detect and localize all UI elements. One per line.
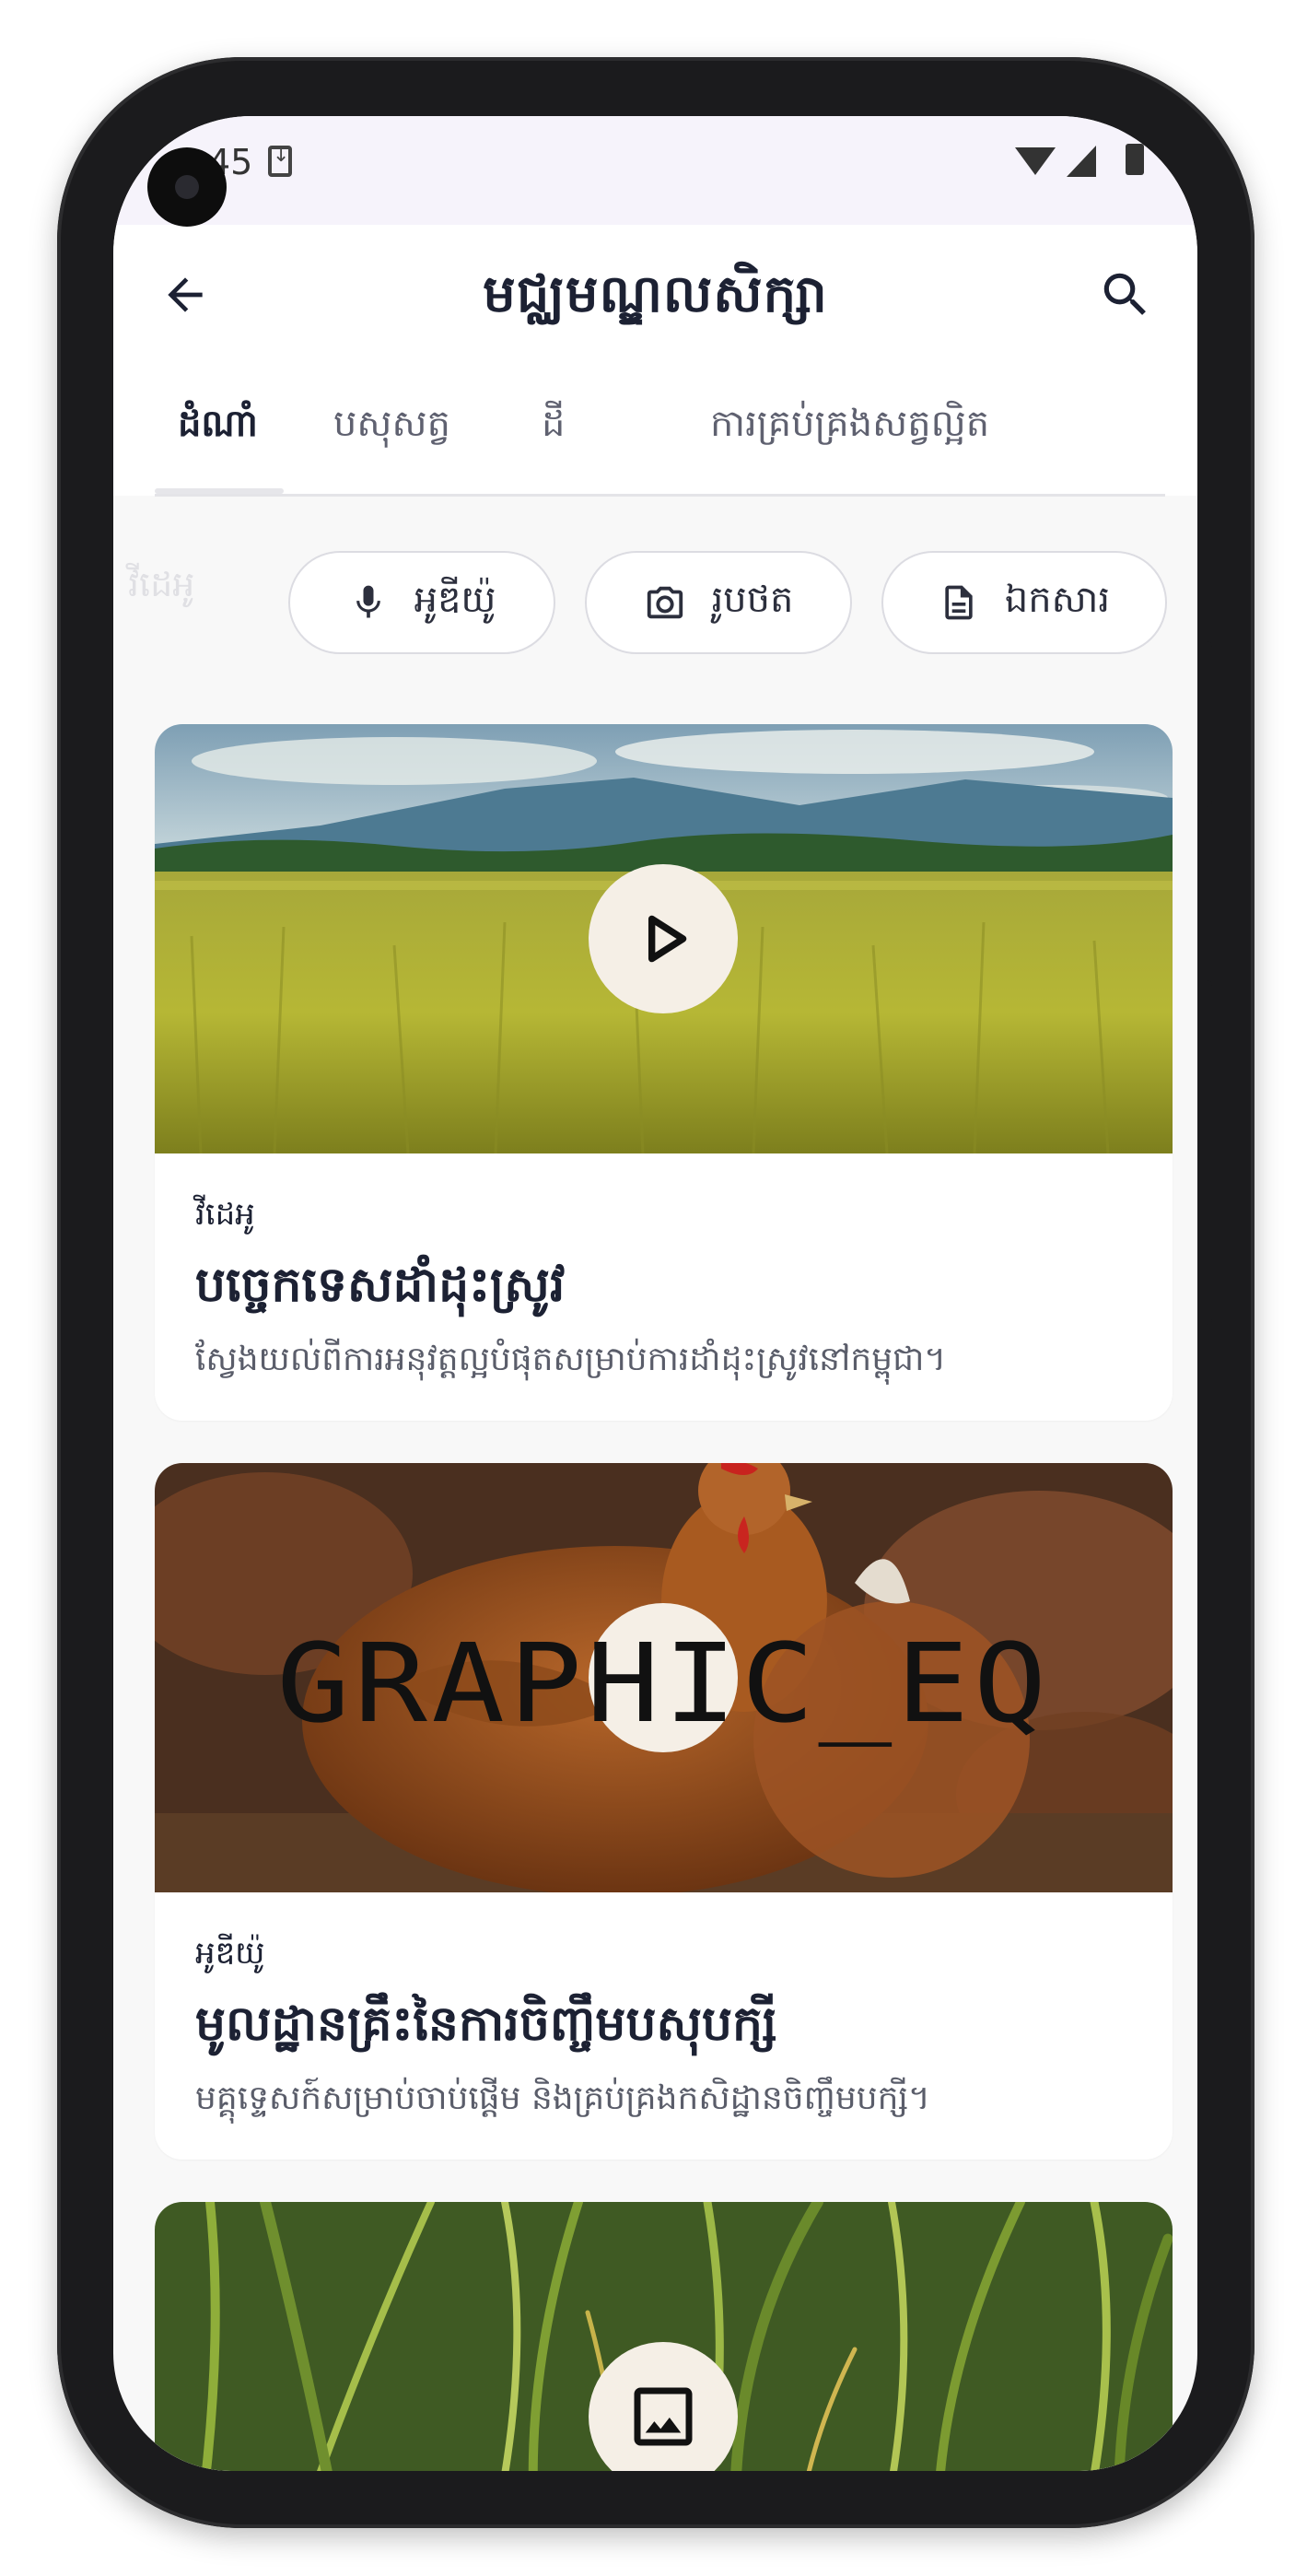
chip-video-partial[interactable]: វីដេអូ (128, 562, 194, 614)
graphic-eq-icon: GRAPHIC_EQ (276, 1620, 1051, 1747)
search-icon (1103, 273, 1146, 315)
battery-icon (1126, 144, 1144, 175)
chip-label: អូឌីយ៉ូ (414, 578, 496, 621)
camera-icon (647, 586, 683, 619)
lesson-card-grass[interactable] (155, 2202, 1173, 2471)
card-thumbnail: GRAPHIC_EQ (155, 1463, 1173, 1892)
tab-pest-management[interactable]: ការគ្រប់គ្រងសត្វល្អិត (710, 365, 989, 494)
volume-button (1201, 980, 1212, 1325)
status-bar: 3:45 (113, 116, 1197, 225)
page-title: មជ្ឈមណ្ឌលសិក្សា (483, 264, 828, 324)
image-icon (634, 2387, 693, 2446)
lesson-card-rice[interactable]: វីដេអូ បច្ចេកទេសដាំដុះស្រូវ ស្វែងយល់ពីកា… (155, 724, 1173, 1421)
active-tab-indicator (155, 488, 284, 494)
chip-audio[interactable]: អូឌីយ៉ូ (288, 551, 555, 654)
search-button[interactable] (1091, 260, 1161, 330)
card-title: បច្ចេកទេសដាំដុះស្រូវ (195, 1258, 566, 1313)
power-button (1201, 641, 1212, 807)
chip-photo[interactable]: រូបថត (585, 551, 852, 654)
card-media-type: អូឌីយ៉ូ (195, 1935, 265, 1972)
document-icon (945, 585, 973, 620)
tab-crops[interactable]: ដំណាំ (178, 365, 258, 494)
card-title: មូលដ្ឋានគ្រឹះនៃការចិញ្ចឹមបសុបក្សី (195, 1996, 777, 2052)
tab-livestock[interactable]: បសុសត្វ (333, 365, 450, 494)
card-description: ស្វែងយល់ពីការអនុវត្តល្អបំផុតសម្រាប់ការដា… (195, 1341, 947, 1378)
app-bar: មជ្ឈមណ្ឌលសិក្សា (113, 225, 1197, 365)
chip-document[interactable]: ឯកសារ (881, 551, 1167, 654)
signal-icon (1067, 146, 1096, 177)
tab-label: បសុសត្វ (333, 403, 450, 445)
tab-row: ដំណាំ បសុសត្វ ដី ការគ្រប់គ្រងសត្វល្អិត (155, 365, 1165, 497)
tab-label: ការគ្រប់គ្រងសត្វល្អិត (710, 403, 990, 445)
mic-icon (356, 585, 380, 618)
card-thumbnail (155, 2202, 1173, 2471)
tab-label: ដី (542, 403, 566, 445)
lesson-card-poultry[interactable]: GRAPHIC_EQ អូឌីយ៉ូ មូលដ្ឋានគ្រឹះនៃការចិញ… (155, 1463, 1173, 2160)
category-tabs: ដំណាំ បសុសត្វ ដី ការគ្រប់គ្រងសត្វល្អិត (113, 365, 1197, 497)
chip-label: ឯកសារ (1004, 578, 1111, 621)
screen: 3:45 មជ្ឈមណ្ឌលសិក្សា ដំណាំ បសុសត (113, 116, 1197, 2471)
card-description: មគ្គុទ្ទេសក៍សម្រាប់ចាប់ផ្តើម និងគ្រប់គ្រ… (195, 2079, 930, 2117)
card-media-type: វីដេអូ (195, 1196, 255, 1233)
media-filter-chips: វីដេអូ អូឌីយ៉ូ រូបថត ឯកសារ (113, 496, 1197, 654)
card-body: អូឌីយ៉ូ មូលដ្ឋានគ្រឹះនៃការចិញ្ចឹមបសុបក្ស… (155, 1892, 1173, 2125)
play-button[interactable] (589, 864, 738, 1013)
status-icons (997, 142, 1144, 179)
play-icon (648, 915, 687, 963)
card-body: វីដេអូ បច្ចេកទេសដាំដុះស្រូវ ស្វែងយល់ពីកា… (155, 1153, 1173, 1387)
chip-label: រូបថត (711, 578, 794, 621)
wifi-icon (1015, 147, 1056, 175)
tab-label: ដំណាំ (178, 403, 258, 445)
tab-soil[interactable]: ដី (542, 365, 565, 494)
card-thumbnail (155, 724, 1173, 1153)
front-camera (147, 147, 227, 227)
download-notification-icon (268, 144, 292, 177)
